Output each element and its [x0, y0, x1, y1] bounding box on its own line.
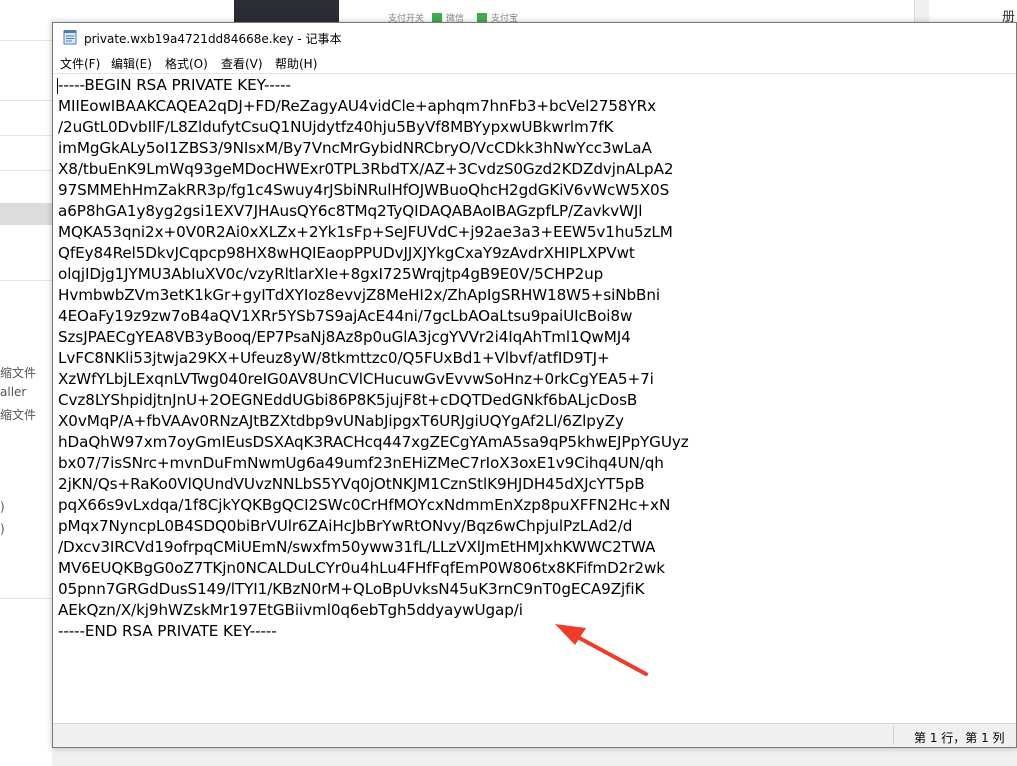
text-line: -----BEGIN RSA PRIVATE KEY-----	[58, 76, 291, 94]
text-line: /Dxcv3IRCVd19ofrpqCMiUEmN/swxfm50yww31fL…	[58, 538, 656, 556]
background-text: 缩文件	[0, 408, 37, 422]
text-line: olqjIDjg1JYMU3AbIuXV0c/vzyRltlarXIe+8gxI…	[58, 265, 604, 283]
notepad-icon	[63, 30, 77, 45]
text-line: AEkQzn/X/kj9hWZskMr197EtGBiivml0q6ebTgh5…	[58, 601, 523, 619]
text-line: 05pnn7GRGdDusS149/lTYI1/KBzN0rM+QLoBpUvk…	[58, 580, 645, 598]
divider	[0, 170, 52, 171]
title-bar[interactable]: private.wxb19a4721dd84668e.key - 记事本	[53, 23, 1016, 53]
background-window-left: 缩文件 aller 缩文件 ) )	[0, 0, 52, 766]
text-line: HvmbwbZVm3etK1kGr+gyITdXYIoz8evvjZ8MeHI2…	[58, 286, 660, 304]
divider	[0, 598, 52, 599]
background-text: 缩文件	[0, 366, 37, 380]
text-line: 97SMMEhHmZakRR3p/fg1c4Swuy4rJSbiNRulHfOJ…	[58, 181, 670, 199]
text-line: pMqx7NyncpL0B4SDQ0biBrVUlr6ZAiHcJbBrYwRt…	[58, 517, 633, 535]
text-line: 4EOaFy19z9zw7oB4aQV1XRr5YSb7S9ajAcE44ni/…	[58, 307, 633, 325]
text-line: hDaQhW97xm7oyGmIEusDSXAqK3RACHcq447xgZEC…	[58, 433, 689, 451]
text-line: /2uGtL0DvbIlF/L8ZldufytCsuQ1NUjdytfz40hj…	[58, 118, 614, 136]
divider	[0, 280, 52, 281]
background-dark-panel	[234, 0, 339, 22]
cursor-position: 第 1 行，第 1 列	[914, 731, 1005, 745]
window-title: private.wxb19a4721dd84668e.key - 记事本	[84, 32, 342, 46]
menu-help[interactable]: 帮助(H)	[275, 55, 317, 72]
notepad-window: private.wxb19a4721dd84668e.key - 记事本 文件(…	[52, 22, 1017, 748]
status-bar: 第 1 行，第 1 列	[53, 723, 1016, 747]
checkbox-icon	[477, 13, 487, 22]
status-divider	[893, 726, 894, 745]
menu-file[interactable]: 文件(F)	[60, 55, 100, 72]
background-window-top: 支付开关 微信 支付宝 册	[52, 0, 1017, 25]
divider	[0, 40, 52, 41]
text-editor[interactable]: -----BEGIN RSA PRIVATE KEY----- MIIEowIB…	[53, 73, 1016, 724]
background-text: aller	[0, 385, 27, 399]
text-line: pqX66s9vLxdqa/1f8CjkYQKBgQCI2SWc0CrHfMOY…	[58, 496, 671, 514]
text-line: MQKA53qni2x+0V0R2Ai0xXLZx+2Yk1sFp+SeJFUV…	[58, 223, 673, 241]
text-line: MV6EUQKBgG0oZ7TKjn0NCALDuLCYr0u4hLu4FHfF…	[58, 559, 665, 577]
divider	[0, 135, 52, 136]
menu-view[interactable]: 查看(V)	[221, 55, 263, 72]
selected-row	[0, 203, 52, 225]
menu-edit[interactable]: 编辑(E)	[111, 55, 152, 72]
text-line: a6P8hGA1y8yg2gsi1EXV7JHAusQY6c8TMq2TyQID…	[58, 202, 643, 220]
text-line: QfEy84Rel5DkvJCqpcp98HX8wHQIEaopPPUDvJJX…	[58, 244, 635, 262]
text-line: X8/tbuEnK9LmWq93geMDocHWExr0TPL3RbdTX/AZ…	[58, 160, 674, 178]
background-scrollbar	[914, 0, 929, 22]
text-line: imMgGkALy5oI1ZBS3/9NIsxM/By7VncMrGybidNR…	[58, 139, 652, 157]
text-line: SzsJPAECgYEA8VB3yBooq/EP7PsaNj8Az8p0uGlA…	[58, 328, 631, 346]
background-text: )	[0, 500, 5, 514]
checkbox-icon	[432, 13, 442, 22]
text-line: Cvz8LYShpidjtnJnU+2OEGNEddUGbi86P8K5jujF…	[58, 391, 638, 409]
menu-bar: 文件(F) 编辑(E) 格式(O) 查看(V) 帮助(H)	[53, 53, 1016, 73]
menu-format[interactable]: 格式(O)	[165, 55, 208, 72]
text-line: 2jKN/Qs+RaKo0VlQUndVUvzNNLbS5YVq0jOtNKJM…	[58, 475, 645, 493]
text-line: X0vMqP/A+fbVAAv0RNzAJtBZXtdbp9vUNabJipgx…	[58, 412, 624, 430]
text-line: -----END RSA PRIVATE KEY-----	[58, 622, 277, 640]
divider	[0, 100, 52, 101]
text-line: XzWfYLbjLExqnLVTwg040reIG0AV8UnCVlCHucuw…	[58, 370, 654, 388]
text-line: MIIEowIBAAKCAQEA2qDJ+FD/ReZagyAU4vidCle+…	[58, 97, 656, 115]
background-text: )	[0, 522, 5, 536]
text-line: LvFC8NKli53jtwja29KX+Ufeuz8yW/8tkmttzc0/…	[58, 349, 610, 367]
text-line: bx07/7isSNrc+mvnDuFmNwmUg6a49umf23nEHiZM…	[58, 454, 664, 472]
